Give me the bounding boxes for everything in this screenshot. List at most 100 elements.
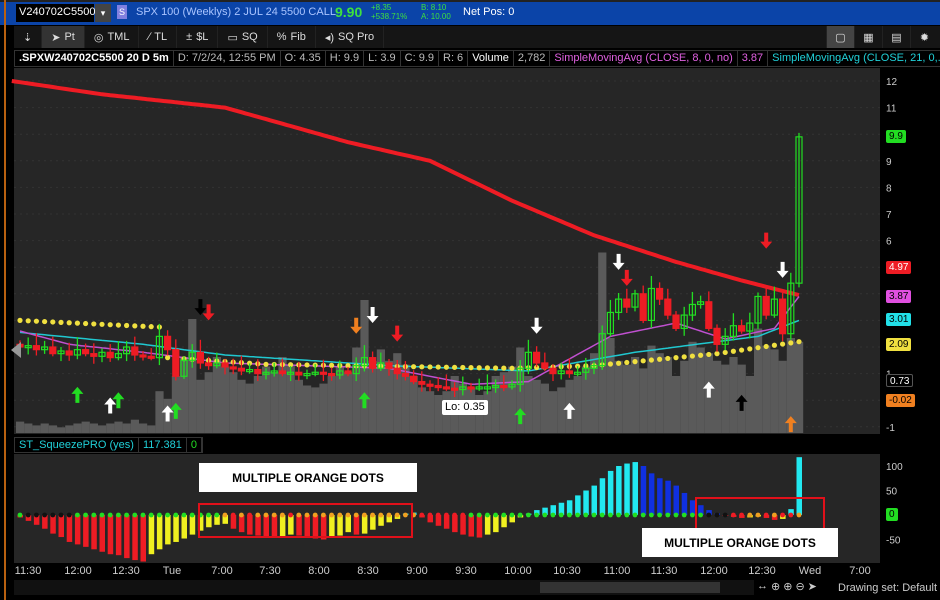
- zoom-in-icon[interactable]: ⊕: [783, 580, 792, 593]
- crosshair-icon[interactable]: ⊕: [771, 580, 780, 593]
- time-label: 11:30: [650, 565, 678, 577]
- price-tick-label: 6: [886, 237, 892, 248]
- squeeze-histogram-bar: [583, 490, 589, 515]
- squeeze-dot: [567, 512, 572, 518]
- squeeze-dot: [34, 512, 39, 518]
- yellow-dot: [763, 343, 769, 350]
- candle-body: [344, 370, 352, 375]
- volume-bar: [57, 427, 66, 433]
- candle-body: [541, 362, 549, 369]
- volume-bar: [672, 376, 681, 433]
- candle-body: [106, 351, 114, 359]
- squeeze-dot: [148, 512, 154, 518]
- candle-body: [131, 346, 139, 356]
- yellow-dot: [657, 356, 663, 362]
- squeeze-dot: [75, 512, 80, 518]
- yellow-dot: [124, 322, 130, 329]
- candle-body: [762, 295, 770, 316]
- candle-body: [467, 386, 475, 390]
- candle-body: [229, 366, 237, 370]
- time-label: Tue: [162, 565, 182, 577]
- pan-icon[interactable]: ↔: [757, 580, 768, 593]
- price-tag: 4.97: [886, 260, 912, 274]
- yellow-dot: [25, 318, 31, 324]
- volume-bar: [98, 425, 107, 433]
- scrollbar-thumb[interactable]: [540, 582, 720, 593]
- squeeze-dot: [558, 512, 564, 518]
- candle-body: [655, 287, 664, 300]
- squeeze-dot: [640, 512, 646, 518]
- squeeze-dot: [550, 512, 556, 518]
- zoom-out-icon[interactable]: ⊖: [795, 580, 804, 593]
- time-label: 11:00: [603, 565, 631, 577]
- squeeze-tick-label: 50: [886, 487, 898, 498]
- candle-body: [451, 387, 459, 391]
- candle-body: [664, 298, 672, 316]
- yellow-dot: [755, 345, 761, 351]
- candle-body: [237, 367, 245, 372]
- time-axis: 11:30 12:00 12:30 Tue 7:00 7:30 8:00 8:30 9:00 9:…: [14, 563, 880, 580]
- volume-bar: [122, 423, 131, 433]
- price-tick-label: 11: [886, 104, 897, 115]
- squeeze-dot: [632, 512, 638, 518]
- time-label: 8:00: [308, 565, 330, 577]
- candle-body: [778, 298, 787, 335]
- drawing-set[interactable]: Drawing set: Default: [838, 582, 937, 594]
- squeeze-histogram-bar: [599, 478, 606, 515]
- squeeze-histogram-bar: [156, 515, 163, 550]
- squeeze-histogram-bar: [575, 495, 581, 515]
- squeeze-dot: [624, 512, 630, 518]
- squeeze-histogram-bar: [460, 515, 466, 535]
- squeeze-dot: [665, 512, 671, 518]
- candle-body: [328, 373, 336, 377]
- annotation-label-1: MULTIPLE ORANGE DOTS: [199, 463, 417, 492]
- yellow-dot: [730, 348, 737, 354]
- yellow-dot: [411, 364, 417, 370]
- yellow-dot: [632, 359, 638, 365]
- candle-body: [49, 346, 57, 355]
- squeeze-zero-tag: 0: [886, 508, 898, 521]
- yellow-dot: [304, 362, 310, 368]
- yellow-dot: [91, 321, 97, 327]
- squeeze-histogram-bar: [493, 515, 499, 533]
- squeeze-histogram-bar: [58, 515, 64, 538]
- volume-bar: [663, 357, 672, 433]
- volume-bar: [508, 366, 517, 433]
- squeeze-dot: [526, 512, 531, 518]
- squeeze-dot: [534, 512, 539, 518]
- yellow-dot: [640, 358, 646, 364]
- squeeze-dot: [435, 512, 441, 518]
- squeeze-dot: [608, 512, 613, 518]
- squeeze-dot: [91, 512, 97, 518]
- volume-bar: [713, 360, 722, 433]
- candle-body: [319, 371, 327, 375]
- yellow-dot: [419, 364, 425, 370]
- yellow-dot: [435, 364, 441, 370]
- time-label: 9:00: [406, 565, 428, 577]
- candle-body: [401, 373, 409, 377]
- squeeze-dot: [66, 512, 72, 518]
- volume-bar: [139, 423, 148, 433]
- squeeze-dot: [501, 512, 507, 518]
- volume-bar: [196, 379, 205, 433]
- squeeze-value: 117.381: [139, 438, 187, 452]
- squeeze-dot: [681, 512, 687, 518]
- candle-body: [393, 367, 401, 375]
- candle-body: [418, 380, 426, 385]
- yellow-dot: [74, 320, 80, 326]
- volume-bar: [311, 387, 320, 433]
- squeeze-histogram-bar: [607, 470, 614, 515]
- squeeze-dot: [591, 512, 597, 518]
- cursor-icon[interactable]: ➤: [808, 580, 817, 593]
- volume-bar: [417, 387, 426, 433]
- yellow-dot: [501, 365, 507, 371]
- volume-bar: [606, 338, 615, 433]
- squeeze-title[interactable]: ST_SqueezePRO (yes): [15, 438, 139, 452]
- volume-bar: [303, 385, 312, 433]
- squeeze-dot: [485, 512, 490, 518]
- low-price-label: Lo: 0.35: [442, 400, 488, 415]
- candle-body: [532, 351, 541, 364]
- squeeze-dot: [649, 512, 654, 518]
- volume-bar: [188, 319, 197, 433]
- yellow-dot: [115, 322, 121, 328]
